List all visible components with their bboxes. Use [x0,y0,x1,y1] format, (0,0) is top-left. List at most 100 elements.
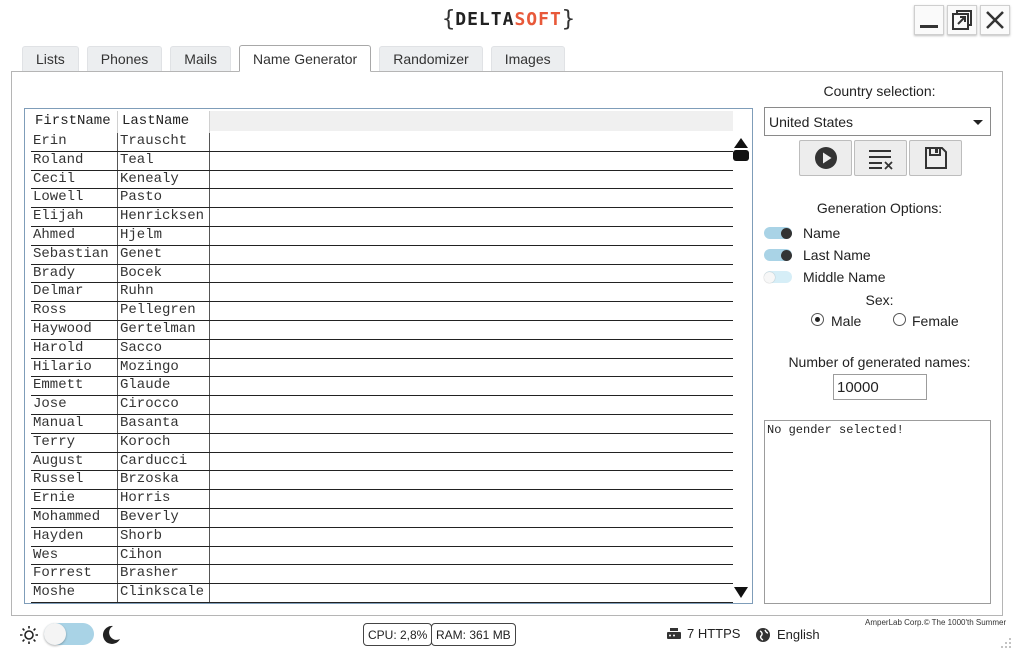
cell-lastname[interactable]: Beverly [118,508,210,527]
table-row[interactable]: Forrest Brasher [31,565,733,585]
name-toggle[interactable] [764,227,792,239]
tab-mails[interactable]: Mails [170,46,231,71]
male-radio[interactable] [811,313,824,326]
cell-firstname[interactable]: Emmett [31,377,118,396]
tab-images[interactable]: Images [490,46,565,71]
cell-lastname[interactable]: Henricksen [118,208,210,226]
cell-firstname[interactable]: Elijah [31,208,118,226]
cell-firstname[interactable]: Lowell [31,189,118,208]
cell-lastname[interactable]: Kenealy [118,170,210,189]
cell-firstname[interactable]: Sebastian [31,245,118,264]
cell-lastname[interactable]: Basanta [118,414,210,433]
cell-firstname[interactable]: Russel [31,471,118,490]
cell-lastname[interactable]: Cirocco [118,396,210,414]
cell-lastname[interactable]: Shorb [118,527,210,546]
column-header-firstname[interactable]: FirstName [31,111,118,133]
table-row[interactable]: Mohammed Beverly [31,508,733,528]
table-row[interactable]: Wes Cihon [31,546,733,566]
cell-lastname[interactable]: Trauscht [118,133,210,151]
cell-lastname[interactable]: Cihon [118,546,210,565]
cell-lastname[interactable]: Pasto [118,189,210,208]
table-row[interactable]: Harold Sacco [31,339,733,359]
save-button[interactable] [909,140,962,176]
table-row[interactable]: Ross Pellegren [31,302,733,321]
cell-lastname[interactable]: Gertelman [118,320,210,339]
minimize-button[interactable] [914,5,944,35]
cell-lastname[interactable]: Bocek [118,264,210,283]
cell-lastname[interactable]: Sacco [118,339,210,358]
cell-firstname[interactable]: Brady [31,264,118,283]
cell-lastname[interactable]: Hjelm [118,226,210,245]
table-row[interactable]: Roland Teal [31,151,733,171]
cell-firstname[interactable]: Forrest [31,565,118,584]
table-row[interactable]: Haywood Gertelman [31,320,733,340]
cell-firstname[interactable]: Hayden [31,527,118,546]
cell-lastname[interactable]: Ruhn [118,283,210,302]
cell-lastname[interactable]: Carducci [118,452,210,471]
log-output[interactable]: No gender selected! [764,420,991,604]
cell-firstname[interactable]: Delmar [31,283,118,302]
scroll-up-button[interactable] [732,137,750,163]
cell-firstname[interactable]: Ross [31,302,118,320]
cell-firstname[interactable]: Ahmed [31,226,118,245]
tab-randomizer[interactable]: Randomizer [379,46,483,71]
cell-firstname[interactable]: August [31,452,118,471]
cell-firstname[interactable]: Ernie [31,490,118,508]
cell-firstname[interactable]: Terry [31,433,118,452]
cell-lastname[interactable]: Mozingo [118,358,210,377]
table-row[interactable]: Sebastian Genet [31,245,733,265]
table-row[interactable]: Emmett Glaude [31,377,733,397]
cell-lastname[interactable]: Glaude [118,377,210,396]
cell-firstname[interactable]: Moshe [31,584,118,602]
middle-name-toggle[interactable] [764,271,792,283]
table-row[interactable]: Brady Bocek [31,264,733,284]
cell-firstname[interactable]: Mohammed [31,508,118,527]
table-row[interactable]: Ernie Horris [31,490,733,509]
cell-firstname[interactable]: Jose [31,396,118,414]
table-row[interactable]: Ahmed Hjelm [31,226,733,246]
female-radio[interactable] [893,313,906,326]
close-button[interactable] [980,5,1010,35]
tab-lists[interactable]: Lists [22,46,79,71]
scroll-down-button[interactable] [732,585,750,601]
table-row[interactable]: August Carducci [31,452,733,472]
cell-firstname[interactable]: Harold [31,339,118,358]
table-row[interactable]: Delmar Ruhn [31,283,733,303]
cell-lastname[interactable]: Brasher [118,565,210,584]
cell-firstname[interactable]: Manual [31,414,118,433]
cell-lastname[interactable]: Horris [118,490,210,508]
table-row[interactable]: Lowell Pasto [31,189,733,209]
country-dropdown[interactable]: United States [764,107,991,136]
last-name-toggle[interactable] [764,249,792,261]
cell-lastname[interactable]: Brzoska [118,471,210,490]
cell-lastname[interactable]: Genet [118,245,210,264]
cell-lastname[interactable]: Teal [118,151,210,170]
table-row[interactable]: Russel Brzoska [31,471,733,491]
table-row[interactable]: Terry Koroch [31,433,733,453]
language-selector[interactable]: English [777,627,820,642]
cell-firstname[interactable]: Cecil [31,170,118,189]
cell-firstname[interactable]: Erin [31,133,118,151]
cell-firstname[interactable]: Wes [31,546,118,565]
cell-lastname[interactable]: Koroch [118,433,210,452]
clear-list-button[interactable] [854,140,907,176]
table-row[interactable]: Hilario Mozingo [31,358,733,378]
table-row[interactable]: Moshe Clinkscale [31,584,733,603]
cell-firstname[interactable]: Hilario [31,358,118,377]
table-row[interactable]: Jose Cirocco [31,396,733,415]
table-row[interactable]: Manual Basanta [31,414,733,434]
names-grid[interactable]: FirstName LastName Erin Trauscht Roland Tea… [24,108,753,604]
tab-name-generator[interactable]: Name Generator [238,45,372,72]
cell-firstname[interactable]: Haywood [31,320,118,339]
column-header-lastname[interactable]: LastName [118,111,210,133]
table-row[interactable]: Erin Trauscht [31,133,733,152]
cell-lastname[interactable]: Pellegren [118,302,210,320]
resize-grip-icon[interactable] [1000,637,1012,649]
theme-toggle[interactable] [44,623,94,645]
table-row[interactable]: Cecil Kenealy [31,170,733,190]
names-count-input[interactable] [833,374,927,400]
table-row[interactable]: Elijah Henricksen [31,208,733,227]
cell-lastname[interactable]: Clinkscale [118,584,210,602]
table-row[interactable]: Hayden Shorb [31,527,733,547]
generate-button[interactable] [799,140,852,176]
